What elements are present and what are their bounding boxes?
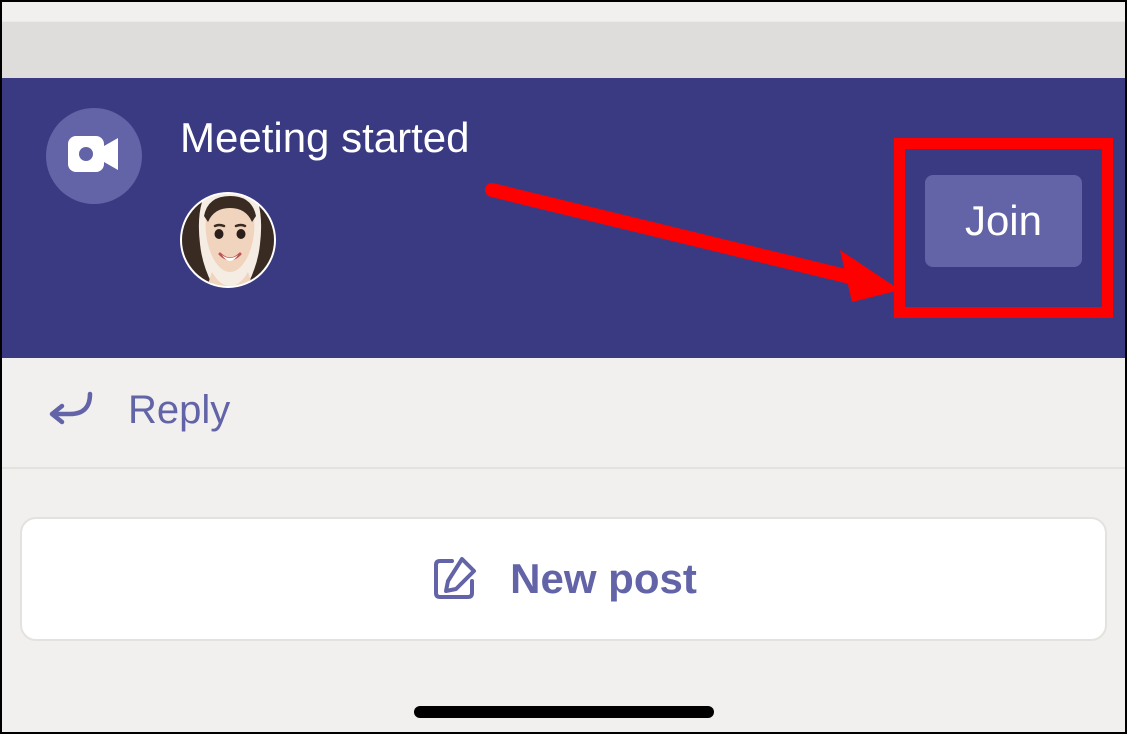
compose-icon: [430, 553, 480, 606]
new-post-button[interactable]: New post: [20, 517, 1107, 641]
reply-arrow-icon: [46, 390, 94, 431]
reply-button[interactable]: Reply: [2, 358, 1125, 469]
video-camera-icon: [68, 136, 120, 177]
home-indicator: [414, 706, 714, 718]
join-button-label: Join: [965, 197, 1042, 244]
participant-avatar: [180, 192, 276, 288]
app-frame: Meeting started: [0, 0, 1127, 734]
join-button[interactable]: Join: [925, 175, 1082, 267]
meeting-camera-avatar: [46, 108, 142, 204]
previous-reply-partial: [2, 2, 1125, 22]
join-highlight-box: Join: [894, 138, 1113, 318]
separator-bar: [2, 22, 1125, 78]
composer-area: New post: [2, 469, 1125, 732]
meeting-started-card: Meeting started: [2, 78, 1125, 358]
new-post-label: New post: [510, 555, 697, 603]
reply-label: Reply: [128, 388, 230, 433]
